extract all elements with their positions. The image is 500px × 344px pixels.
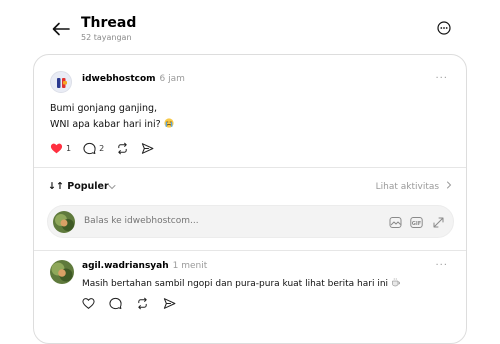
coffee-emoji-icon — [392, 277, 400, 287]
avatar — [53, 211, 75, 233]
reply-actions — [82, 297, 190, 310]
crying-emoji-icon — [164, 118, 174, 128]
like-button[interactable] — [82, 297, 95, 310]
share-button[interactable] — [141, 142, 154, 155]
comment-icon — [109, 297, 122, 310]
reply-text-label: Masih bertahan sambil ngopi dan pura-pur… — [82, 279, 389, 289]
title-group: Thread 52 tayangan — [81, 15, 136, 43]
repost-button[interactable] — [116, 142, 129, 155]
avatar[interactable] — [50, 260, 74, 284]
sticker-icon[interactable] — [389, 216, 402, 229]
user-avatar-icon — [50, 260, 74, 284]
sort-bar: ↓↑ Populer Lihat aktivitas — [48, 181, 452, 193]
share-icon — [163, 298, 176, 309]
avatar[interactable] — [50, 71, 72, 93]
username[interactable]: idwebhostcom — [82, 74, 156, 84]
like-button[interactable]: 1 — [50, 142, 71, 155]
reply-text: Masih bertahan sambil ngopi dan pura-pur… — [82, 277, 401, 289]
reply-input[interactable] — [84, 216, 334, 226]
post-time: 6 jam — [159, 74, 185, 84]
share-button[interactable] — [163, 297, 176, 310]
svg-text:GIF: GIF — [412, 221, 421, 227]
reply-item: agil.wadriansyah 1 menit ··· Masih bertah… — [34, 250, 466, 343]
user-avatar-icon — [53, 211, 75, 233]
share-icon — [142, 142, 154, 154]
sort-dropdown[interactable]: ↓↑ Populer — [48, 181, 109, 192]
heart-icon — [82, 298, 95, 309]
chevron-down-icon[interactable] — [108, 184, 116, 190]
comment-icon — [83, 142, 96, 154]
repost-button[interactable] — [136, 297, 149, 310]
page-title: Thread — [81, 15, 137, 31]
back-arrow-icon[interactable] — [52, 22, 70, 36]
heart-filled-icon — [50, 143, 63, 153]
chevron-right-icon — [447, 181, 452, 189]
reply-time: 1 menit — [172, 261, 208, 271]
post-text-line-2: WNI apa kabar hari ini? — [50, 118, 174, 130]
like-count: 1 — [66, 143, 72, 153]
reply-composer[interactable]: GIF — [47, 205, 454, 238]
comment-button[interactable] — [109, 297, 122, 310]
repost-icon — [118, 142, 127, 154]
view-activity-link[interactable]: Lihat aktivitas — [376, 181, 452, 192]
post-text-line-2-label: WNI apa kabar hari ini? — [50, 119, 161, 130]
more-circle-icon[interactable] — [437, 21, 451, 35]
original-post: idwebhostcom 6 jam ··· Bumi gonjang ganji… — [34, 55, 466, 167]
gif-icon[interactable]: GIF — [410, 216, 423, 229]
divider — [34, 167, 466, 168]
post-more-button[interactable]: ··· — [435, 73, 448, 84]
post-actions: 1 2 — [50, 141, 166, 155]
username[interactable]: agil.wadriansyah — [82, 261, 169, 271]
post-author[interactable]: idwebhostcom 6 jam — [82, 74, 185, 84]
reply-count: 2 — [99, 143, 105, 153]
post-text-line-1: Bumi gonjang ganjing, — [50, 103, 158, 114]
thread-card: idwebhostcom 6 jam ··· Bumi gonjang ganji… — [33, 54, 467, 344]
idwebhost-logo-icon — [57, 78, 67, 88]
reply-more-button[interactable]: ··· — [435, 260, 448, 271]
view-count: 52 tayangan — [81, 33, 132, 42]
expand-icon[interactable] — [432, 216, 445, 229]
view-activity-label[interactable]: Lihat aktivitas — [376, 182, 439, 192]
reply-author[interactable]: agil.wadriansyah 1 menit — [82, 261, 207, 271]
repost-icon — [138, 297, 147, 310]
top-bar: Thread 52 tayangan — [0, 0, 500, 50]
comment-button[interactable]: 2 — [83, 142, 104, 155]
